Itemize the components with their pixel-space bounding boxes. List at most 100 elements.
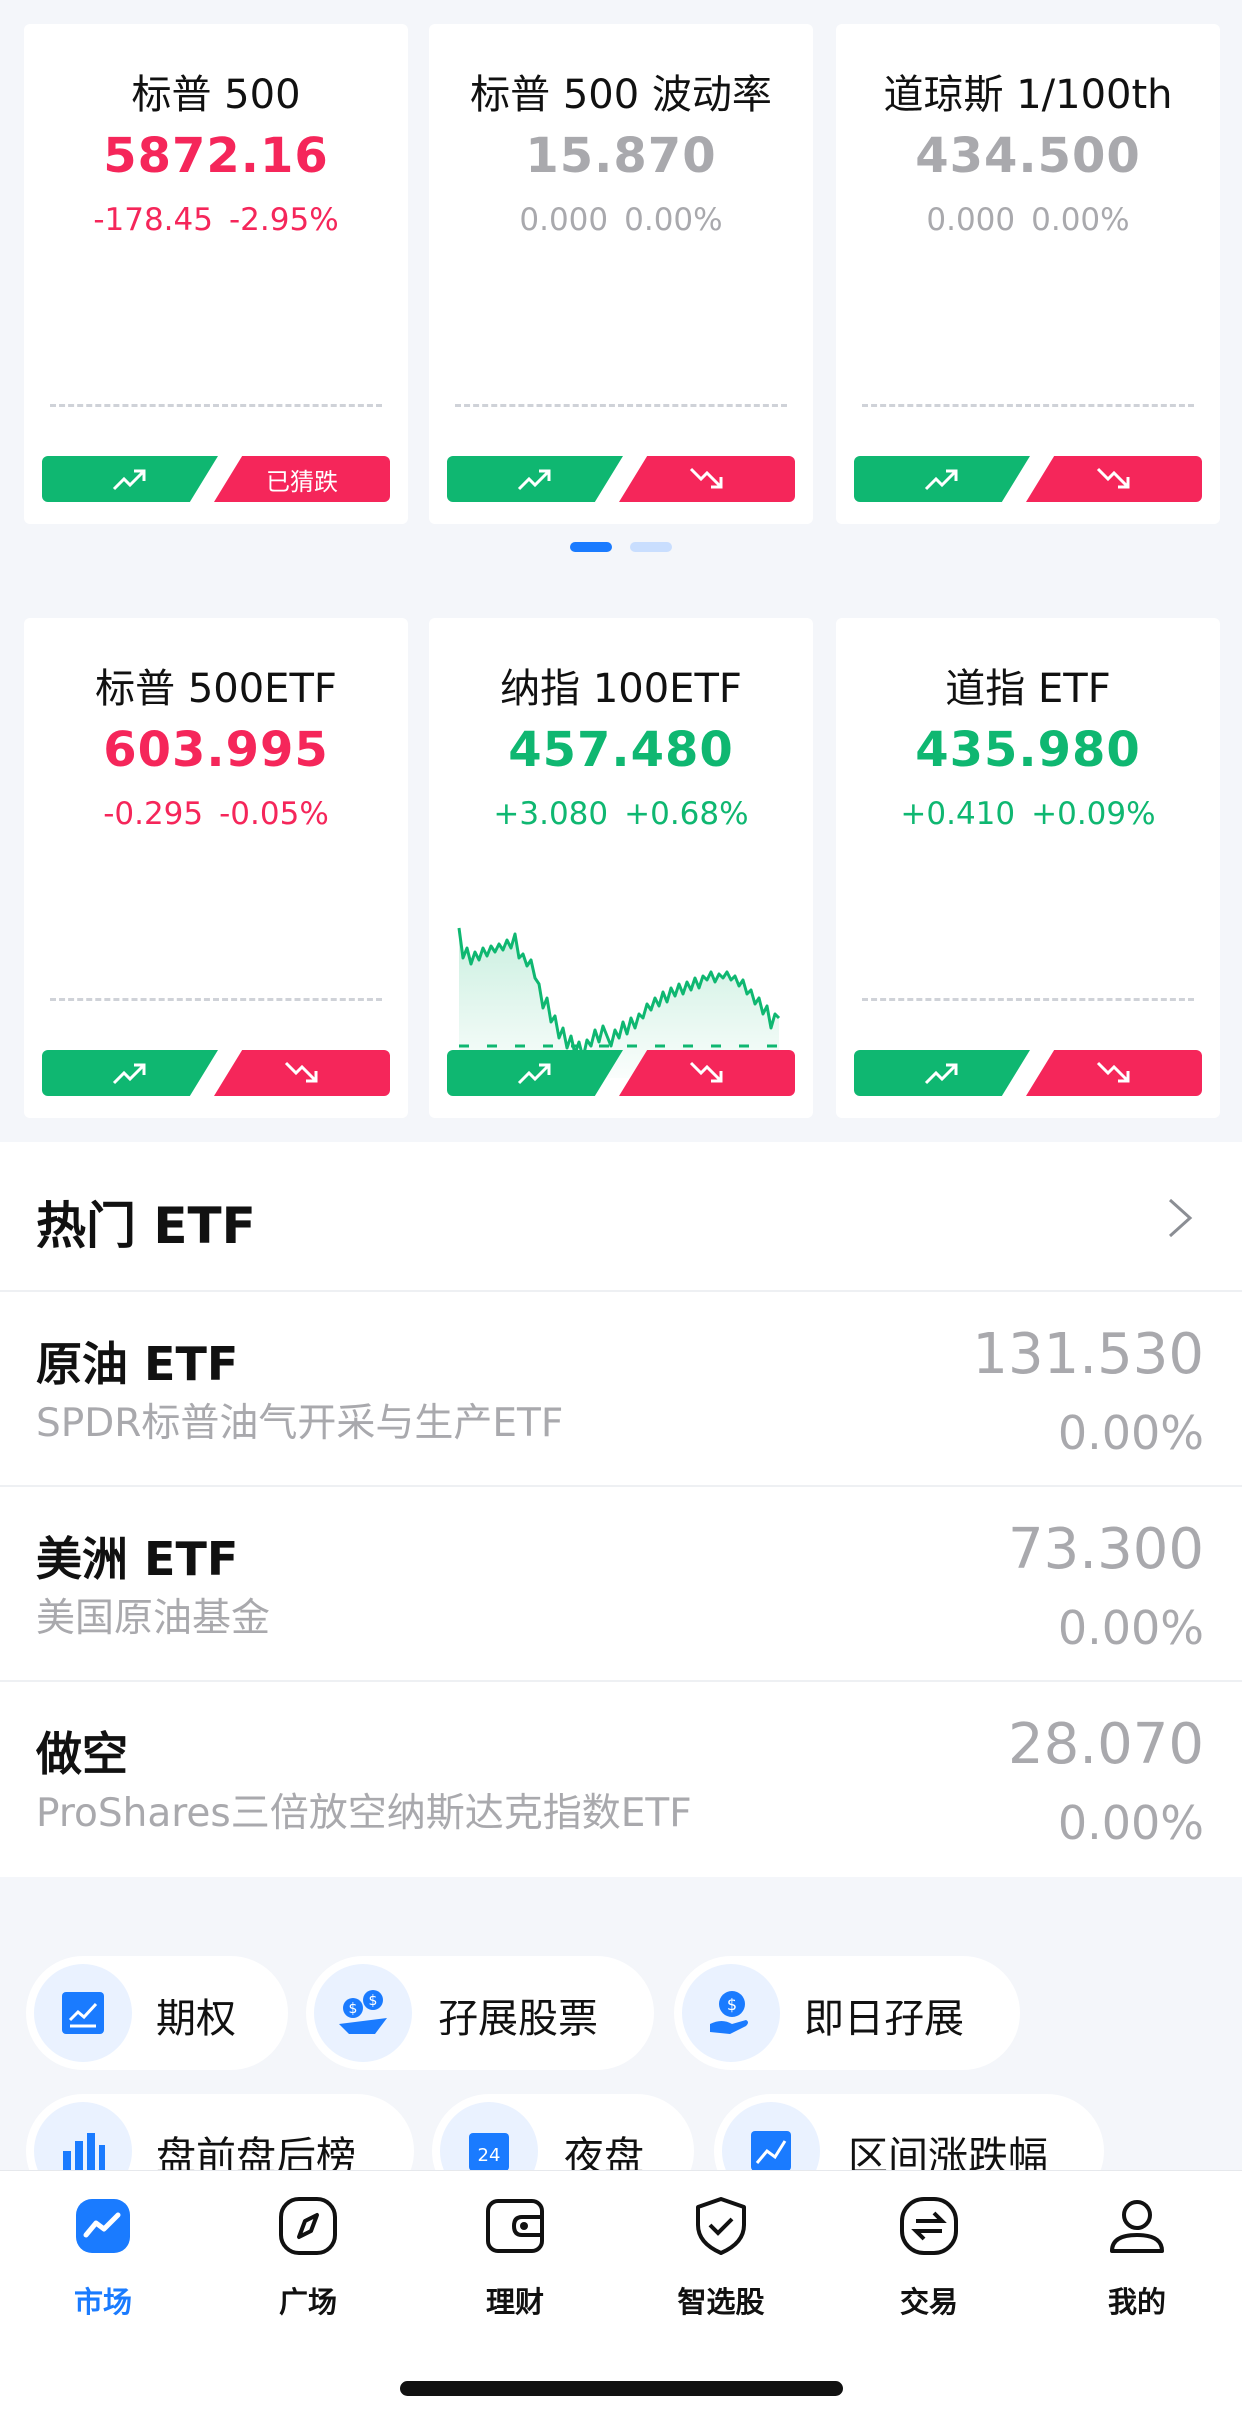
trend-up-icon <box>112 1063 146 1085</box>
tool-intraday-margin-button[interactable]: $ 即日孖展 <box>674 1956 1020 2070</box>
etf-price: 73.300 <box>1008 1517 1204 1582</box>
etf-list-item[interactable]: 原油 ETF SPDR标普油气开采与生产ETF 131.530 0.00% <box>0 1292 1242 1487</box>
index-card-vix[interactable]: 标普 500 波动率 15.870 0.000 0.00% <box>429 24 813 524</box>
guessed-down-label: 已猜跌 <box>266 467 338 496</box>
tab-market[interactable]: 市场 <box>28 2195 178 2335</box>
baseline <box>455 404 787 407</box>
trend-up-icon <box>517 1063 551 1085</box>
pager-dots[interactable] <box>0 542 1242 554</box>
card-price: 5872.16 <box>103 128 329 184</box>
card-change: +0.410 +0.09% <box>900 796 1156 832</box>
etf-change-pct: 0.00% <box>1057 1601 1204 1655</box>
coins-icon: $ $ <box>314 1964 412 2062</box>
guess-down-button[interactable] <box>214 1050 390 1096</box>
tool-options-button[interactable]: 期权 <box>26 1956 288 2070</box>
trend-up-icon <box>517 469 551 491</box>
guess-down-button[interactable] <box>619 456 795 502</box>
guess-up-button[interactable] <box>447 1050 623 1096</box>
hot-etf-section: 热门 ETF 原油 ETF SPDR标普油气开采与生产ETF 131.530 0… <box>0 1142 1242 1877</box>
baseline <box>862 404 1194 407</box>
card-name: 标普 500 <box>131 72 301 118</box>
trend-up-icon <box>112 469 146 491</box>
hand-dollar-icon: $ <box>682 1964 780 2062</box>
etf-subtitle: SPDR标普油气开采与生产ETF <box>36 1401 564 1446</box>
tab-label: 市场 <box>73 2285 132 2319</box>
card-name: 道指 ETF <box>945 666 1111 712</box>
guess-up-button[interactable] <box>42 456 218 502</box>
guessed-down-button[interactable]: 已猜跌 <box>214 456 390 502</box>
guess-up-button[interactable] <box>854 1050 1030 1096</box>
tool-label: 期权 <box>156 1996 236 2042</box>
card-price: 603.995 <box>103 722 329 778</box>
card-name: 标普 500 波动率 <box>470 72 772 118</box>
svg-text:$: $ <box>727 1995 737 2014</box>
section-title: 热门 ETF <box>36 1197 256 1255</box>
etf-card-qqq[interactable]: 纳指 100ETF 457.480 +3.080 +0.68% <box>429 618 813 1118</box>
etf-change-pct: 0.00% <box>1057 1406 1204 1460</box>
shield-check-icon <box>696 2197 746 2255</box>
card-change: +3.080 +0.68% <box>493 796 749 832</box>
tool-label: 孖展股票 <box>438 1996 598 2042</box>
index-card-dji[interactable]: 道琼斯 1/100th 434.500 0.000 0.00% <box>836 24 1220 524</box>
tab-square[interactable]: 广场 <box>233 2195 383 2335</box>
card-price: 434.500 <box>915 128 1141 184</box>
card-name: 道琼斯 1/100th <box>883 72 1173 118</box>
compass-icon <box>279 2197 337 2255</box>
wallet-icon <box>486 2199 544 2253</box>
tab-label: 交易 <box>899 2285 958 2319</box>
card-change: 0.000 0.00% <box>519 202 723 238</box>
etf-name: 做空 <box>36 1727 128 1781</box>
card-change: -178.45 -2.95% <box>93 202 339 238</box>
tab-wealth[interactable]: 理财 <box>440 2195 590 2335</box>
guess-down-button[interactable] <box>1026 1050 1202 1096</box>
svg-text:$: $ <box>349 2001 358 2017</box>
guess-up-button[interactable] <box>42 1050 218 1096</box>
tab-trade[interactable]: 交易 <box>854 2195 1004 2335</box>
baseline <box>862 998 1194 1001</box>
baseline <box>50 998 382 1001</box>
trend-up-icon <box>924 469 958 491</box>
etf-subtitle: ProShares三倍放空纳斯达克指数ETF <box>36 1791 692 1836</box>
baseline <box>50 404 382 407</box>
home-indicator[interactable] <box>400 2381 843 2396</box>
guess-up-button[interactable] <box>854 456 1030 502</box>
trend-down-icon <box>689 467 723 489</box>
tab-label: 理财 <box>485 2285 544 2319</box>
card-price: 435.980 <box>915 722 1141 778</box>
etf-price: 28.070 <box>1008 1712 1204 1777</box>
etf-subtitle: 美国原油基金 <box>36 1596 271 1641</box>
pager-dot[interactable] <box>630 542 672 552</box>
etf-card-spy[interactable]: 标普 500ETF 603.995 -0.295 -0.05% <box>24 618 408 1118</box>
guess-down-button[interactable] <box>619 1050 795 1096</box>
guess-up-button[interactable] <box>447 456 623 502</box>
index-cards-row: 标普 500 5872.16 -178.45 -2.95% 已猜跌 标普 500 … <box>0 24 1242 524</box>
guess-down-button[interactable] <box>1026 456 1202 502</box>
hot-etf-header[interactable]: 热门 ETF <box>0 1142 1242 1292</box>
trend-down-icon <box>1096 1061 1130 1083</box>
trend-up-icon <box>924 1063 958 1085</box>
svg-text:$: $ <box>369 1993 378 2009</box>
tab-me[interactable]: 我的 <box>1062 2195 1212 2335</box>
chart-icon <box>34 1964 132 2062</box>
etf-list-item[interactable]: 做空 ProShares三倍放空纳斯达克指数ETF 28.070 0.00% <box>0 1682 1242 1877</box>
tool-label: 即日孖展 <box>804 1996 964 2042</box>
etf-change-pct: 0.00% <box>1057 1796 1204 1850</box>
etf-list-item[interactable]: 美洲 ETF 美国原油基金 73.300 0.00% <box>0 1487 1242 1682</box>
tab-label: 智选股 <box>677 2285 765 2319</box>
trend-down-icon <box>284 1061 318 1083</box>
trend-down-icon <box>1096 467 1130 489</box>
pager-dot-active[interactable] <box>570 542 612 552</box>
etf-price: 131.530 <box>972 1322 1204 1387</box>
card-name: 标普 500ETF <box>95 666 337 712</box>
tab-stock-picker[interactable]: 智选股 <box>646 2195 796 2335</box>
tool-margin-stock-button[interactable]: $ $ 孖展股票 <box>306 1956 654 2070</box>
tab-label: 我的 <box>1107 2285 1166 2319</box>
market-icon <box>76 2199 130 2253</box>
etf-name: 原油 ETF <box>36 1337 239 1391</box>
tab-label: 广场 <box>278 2285 337 2319</box>
index-card-spx[interactable]: 标普 500 5872.16 -178.45 -2.95% 已猜跌 <box>24 24 408 524</box>
etf-card-dia[interactable]: 道指 ETF 435.980 +0.410 +0.09% <box>836 618 1220 1118</box>
chevron-right-icon[interactable] <box>1162 1196 1198 1240</box>
etf-name: 美洲 ETF <box>36 1532 239 1586</box>
svg-text:24: 24 <box>478 2145 501 2166</box>
